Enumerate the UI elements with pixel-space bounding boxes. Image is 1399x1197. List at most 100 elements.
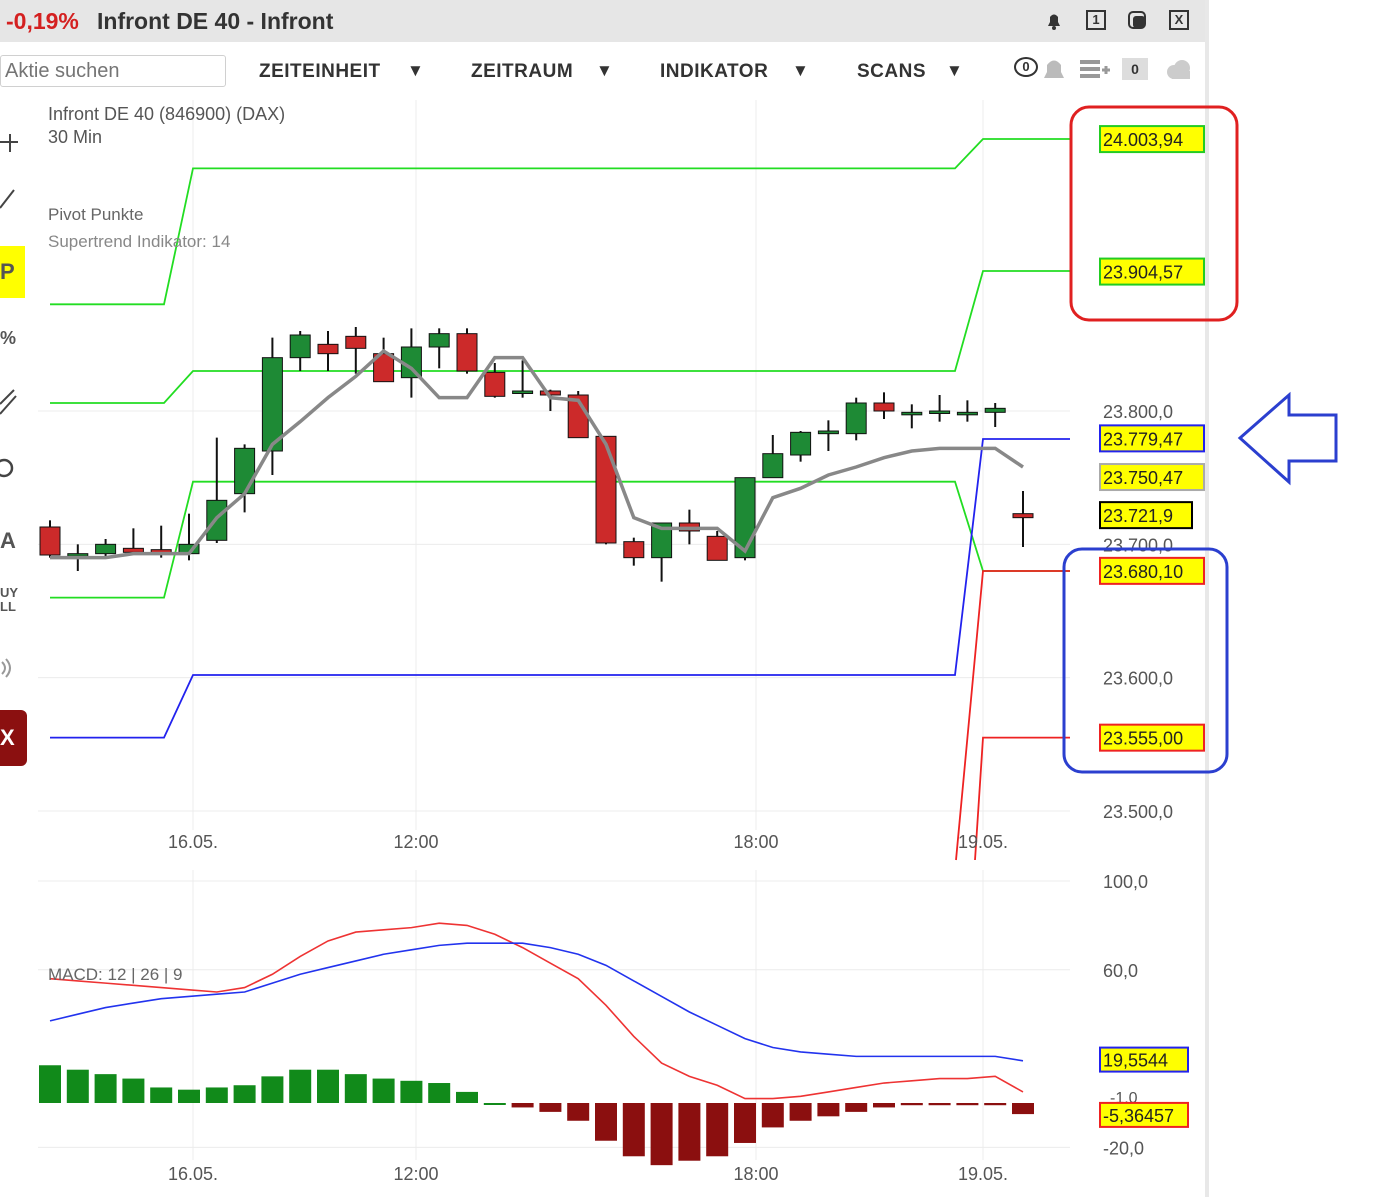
macd-tick-label: 60,0 [1103,961,1138,981]
price-label: 23.555,00 [1099,723,1205,752]
macd-histogram-bar [66,1069,89,1103]
candle [790,430,812,462]
candle-body [539,390,561,396]
macd-histogram-bar [483,1103,506,1105]
macd-histogram-bar [678,1103,701,1161]
macd-histogram-bar [94,1074,117,1103]
macd-histogram-bar [344,1074,367,1103]
candle-body [762,453,784,479]
candle-body [595,435,617,544]
macd-x-tick-label: 12:00 [393,1164,438,1184]
candle [651,522,673,582]
macd-histogram-bar [567,1103,590,1121]
candle-body [317,343,339,355]
macd-tick-label: 100,0 [1103,872,1148,892]
macd-title: MACD: 12 | 26 | 9 [48,965,183,984]
macd-x-tick-label: 16.05. [168,1164,218,1184]
price-tick-label: 23.800,0 [1103,402,1173,422]
macd-histogram-bar [150,1087,173,1103]
macd-x-tick-label: 18:00 [733,1164,778,1184]
indicator-supertrend: Supertrend Indikator: 14 [48,232,230,251]
macd-histogram-bar [984,1103,1007,1106]
x-tick-label: 16.05. [168,832,218,852]
candle [428,328,450,369]
candle-body [234,447,256,495]
macd-histogram-bar [428,1083,451,1103]
price-label-text: 23.904,57 [1103,263,1183,283]
candle [623,537,645,566]
candle-body [345,335,367,349]
macd-histogram-bar [928,1103,951,1106]
macd-histogram-bar [372,1078,395,1103]
macd-histogram-bar [456,1091,478,1103]
candle [1012,490,1034,547]
pivot-line-R2 [50,138,1070,306]
macd-histogram-bar [706,1103,729,1157]
macd-histogram-bar [261,1076,284,1103]
candle-body [456,333,478,372]
candle [539,389,561,411]
macd-value-label: 19,5544 [1099,1046,1189,1073]
macd-histogram-bar [317,1069,339,1103]
candle-body [873,402,895,412]
candle-body [929,410,951,414]
candle-body [512,390,534,395]
macd-histogram-bar [595,1103,617,1141]
macd-value-text: -5,36457 [1103,1106,1174,1126]
candle [762,434,784,479]
pivot-line-S1-new [955,570,1070,861]
candle [345,327,367,374]
candle-body [845,402,867,435]
macd-histogram-bar [1012,1103,1034,1115]
candles [39,327,1034,582]
macd-value-label: -5,36457 [1099,1101,1189,1128]
candle [845,397,867,441]
candle-body [817,430,839,435]
chart-subtitle: 30 Min [48,127,102,147]
macd-tick-label: -20,0 [1103,1138,1144,1158]
x-tick-label: 19.05. [958,832,1008,852]
price-label-text: 23.555,00 [1103,729,1183,749]
candle-body [39,526,61,556]
macd-histogram-bar [622,1103,645,1157]
candle-body [956,411,978,416]
price-label-text: 24.003,94 [1103,130,1183,150]
candle-body [289,334,311,359]
candle-body [706,535,728,561]
macd-value-text: 19,5544 [1103,1051,1168,1071]
macd-histogram-bar [845,1103,868,1112]
price-label: 23.721,9 [1099,501,1193,530]
macd-histogram-bar [539,1103,562,1112]
candle [289,331,311,372]
macd-histogram-bar [289,1069,312,1103]
price-tick-label: 23.600,0 [1103,669,1173,689]
candle [122,528,144,555]
arrow-left-icon [1237,391,1338,486]
axis-labels: 23.800,0 23.700,0 23.600,0 23.500,0 24.003,9… [168,125,1205,1184]
price-label-text: 23.750,47 [1103,468,1183,488]
price-label: 23.779,47 [1099,424,1205,453]
candle-body [67,553,89,557]
x-tick-label: 12:00 [393,832,438,852]
candle [873,392,895,419]
chart-title: Infront DE 40 (846900) (DAX) [48,104,285,124]
macd-histogram-bar [205,1087,228,1103]
macd-histogram-bar [873,1103,895,1108]
signal-line [49,942,1024,1062]
supertrend-line [50,348,1024,560]
candle-body [623,541,645,559]
x-tick-label: 18:00 [733,832,778,852]
candle [456,328,478,374]
price-label-text: 23.779,47 [1103,429,1183,449]
macd-histogram-bar [650,1103,673,1166]
candle-body [790,431,812,456]
indicator-pivot: Pivot Punkte [48,205,143,224]
macd-line [49,922,1024,1100]
macd-histogram-bar [178,1089,200,1103]
pivot-line-P [50,438,1070,739]
price-label: 23.904,57 [1099,257,1205,286]
candle [901,404,923,429]
candle [39,520,61,558]
candle [595,435,617,545]
chart-area[interactable]: 100,060,0-20,0-1,019,5544-5,36457 23.800… [0,0,1399,1197]
